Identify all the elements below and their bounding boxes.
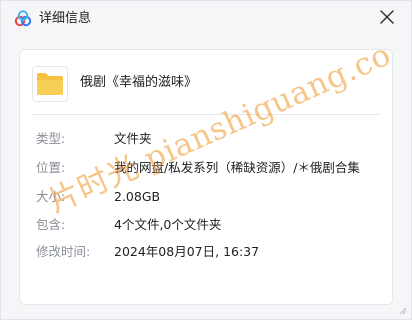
detail-label: 位置: — [36, 160, 66, 175]
detail-value: 2024年08月07日, 16:37 — [114, 244, 260, 259]
detail-label: 包含: — [36, 217, 66, 232]
title-bar[interactable]: 详细信息 — [1, 1, 411, 37]
detail-label: 类型: — [36, 131, 66, 146]
detail-label: 修改时间: — [36, 244, 91, 259]
detail-dialog: 详细信息 俄剧《幸福的滋味》 类型: 文件夹 位置: 我的网盘/私发系列（稀缺资… — [0, 0, 412, 320]
close-icon[interactable] — [375, 5, 399, 29]
detail-row-contains: 包含: 4个文件,0个文件夹 — [20, 216, 392, 234]
file-name: 俄剧《幸福的滋味》 — [80, 75, 198, 90]
divider — [32, 114, 380, 115]
folder-icon — [37, 73, 63, 95]
details-card: 俄剧《幸福的滋味》 类型: 文件夹 位置: 我的网盘/私发系列（稀缺资源）/＊俄… — [19, 49, 393, 305]
detail-row-location: 位置: 我的网盘/私发系列（稀缺资源）/＊俄剧合集 — [20, 159, 392, 177]
detail-row-size: 大小: 2.08GB — [20, 188, 392, 206]
cloud-logo-icon — [14, 10, 32, 27]
detail-label: 大小: — [36, 189, 66, 204]
dialog-title: 详细信息 — [39, 11, 92, 26]
detail-value: 2.08GB — [114, 189, 161, 204]
detail-value: 文件夹 — [114, 131, 152, 146]
detail-value[interactable]: 我的网盘/私发系列（稀缺资源）/＊俄剧合集 — [114, 159, 360, 177]
file-icon-box — [32, 66, 68, 102]
detail-value: 4个文件,0个文件夹 — [114, 217, 222, 232]
resize-grip-icon[interactable] — [397, 305, 407, 315]
detail-row-type: 类型: 文件夹 — [20, 130, 392, 148]
detail-row-modified: 修改时间: 2024年08月07日, 16:37 — [20, 243, 392, 261]
